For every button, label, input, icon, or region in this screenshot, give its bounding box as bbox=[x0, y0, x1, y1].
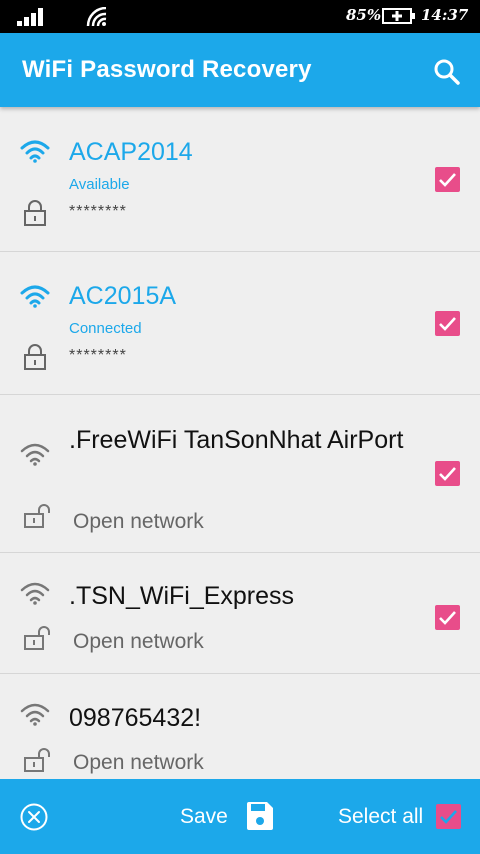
check-icon bbox=[439, 317, 456, 331]
check-icon bbox=[439, 467, 456, 481]
select-all-button[interactable]: Select all bbox=[338, 799, 464, 835]
cell-signal-icon bbox=[17, 8, 43, 26]
network-name: .TSN_WiFi_Express bbox=[69, 582, 295, 610]
wifi-status-icon bbox=[86, 7, 107, 27]
network-list[interactable]: ACAP2014 Available ******** AC2015A Conn… bbox=[0, 107, 480, 779]
network-name: ACAP2014 bbox=[69, 138, 193, 166]
network-name: .FreeWiFi TanSonNhat AirPort bbox=[69, 426, 404, 454]
save-icon bbox=[247, 802, 273, 830]
cancel-button[interactable] bbox=[19, 802, 49, 832]
network-password: ******** bbox=[69, 347, 127, 364]
save-button[interactable]: Save bbox=[180, 799, 280, 835]
network-open-label: Open network bbox=[73, 751, 204, 774]
unlock-icon bbox=[24, 748, 50, 772]
network-item[interactable]: 098765432! Open network bbox=[0, 674, 480, 779]
check-icon bbox=[440, 810, 457, 824]
select-all-label: Select all bbox=[338, 805, 424, 828]
battery-charging-icon bbox=[382, 8, 415, 24]
save-label: Save bbox=[180, 805, 228, 828]
unlock-icon bbox=[24, 626, 50, 650]
network-status: Available bbox=[69, 176, 130, 193]
app-bar: WiFi Password Recovery bbox=[0, 33, 480, 107]
network-checkbox[interactable] bbox=[435, 167, 460, 192]
check-icon bbox=[439, 173, 456, 187]
wifi-icon bbox=[20, 140, 50, 163]
wifi-icon bbox=[20, 285, 50, 308]
bottom-action-bar: Save Select all bbox=[0, 779, 480, 854]
network-checkbox[interactable] bbox=[435, 461, 460, 486]
wifi-icon bbox=[20, 443, 50, 466]
app-title: WiFi Password Recovery bbox=[22, 56, 312, 83]
network-item[interactable]: ACAP2014 Available ******** bbox=[0, 107, 480, 252]
network-name: 098765432! bbox=[69, 704, 202, 732]
battery-percentage: 85% bbox=[346, 6, 382, 24]
clock: 14:37 bbox=[421, 6, 469, 24]
status-bar: 85% 14:37 bbox=[0, 0, 480, 33]
select-all-checkbox[interactable] bbox=[436, 804, 461, 829]
unlock-icon bbox=[24, 504, 50, 528]
search-button[interactable] bbox=[432, 57, 462, 87]
wifi-icon bbox=[20, 582, 50, 605]
network-password: ******** bbox=[69, 203, 127, 220]
lock-icon bbox=[24, 344, 46, 370]
lock-icon bbox=[24, 200, 46, 226]
network-checkbox[interactable] bbox=[435, 605, 460, 630]
close-circle-icon bbox=[20, 803, 48, 831]
search-icon bbox=[434, 59, 460, 85]
network-checkbox[interactable] bbox=[435, 311, 460, 336]
network-name: AC2015A bbox=[69, 282, 177, 310]
check-icon bbox=[439, 611, 456, 625]
network-item[interactable]: .TSN_WiFi_Express Open network bbox=[0, 553, 480, 674]
network-open-label: Open network bbox=[73, 630, 204, 653]
network-status: Connected bbox=[69, 320, 142, 337]
network-item[interactable]: AC2015A Connected ******** bbox=[0, 252, 480, 395]
network-item[interactable]: .FreeWiFi TanSonNhat AirPort Open networ… bbox=[0, 395, 480, 553]
network-open-label: Open network bbox=[73, 510, 204, 533]
wifi-icon bbox=[20, 703, 50, 726]
